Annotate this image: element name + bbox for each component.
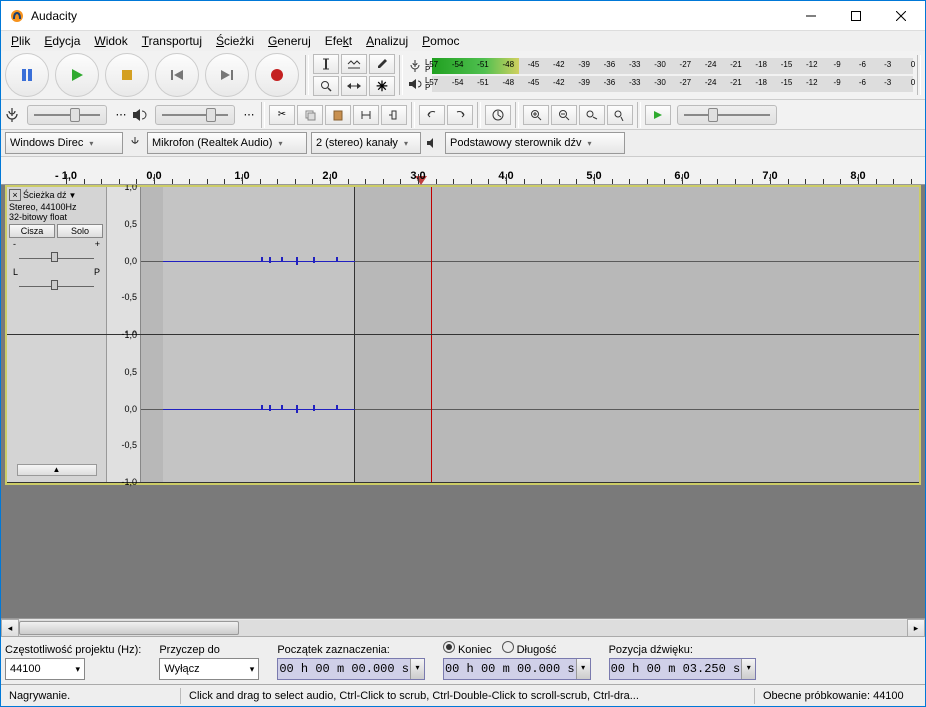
menu-help[interactable]: Pomoc	[416, 32, 465, 50]
minimize-button[interactable]	[788, 1, 833, 30]
selection-start-label: Początek zaznaczenia:	[277, 644, 425, 656]
app-icon	[9, 8, 25, 24]
track-format-label: Stereo, 44100Hz	[9, 202, 104, 212]
speaker-icon	[425, 135, 441, 151]
menu-generate[interactable]: Generuj	[262, 32, 317, 50]
status-bar: Nagrywanie. Click and drag to select aud…	[1, 684, 925, 706]
pan-slider[interactable]	[9, 279, 104, 293]
record-button[interactable]	[255, 53, 299, 97]
mic-icon	[407, 59, 423, 73]
vertical-scale: 1,00,50,0-0,5-1,0	[107, 187, 141, 334]
length-radio[interactable]: Długość	[502, 641, 557, 656]
playback-speed-slider[interactable]	[677, 105, 777, 125]
play-at-speed-button[interactable]	[645, 105, 671, 125]
title-bar: Audacity	[1, 1, 925, 31]
zoom-tool[interactable]	[313, 76, 339, 96]
track-menu-dropdown[interactable]: Ścieżka dź ▼	[23, 190, 76, 200]
status-hint: Click and drag to select audio, Ctrl-Cli…	[181, 688, 755, 704]
sync-lock-button[interactable]	[485, 105, 511, 125]
track-control-panel: × Ścieżka dź ▼ Stereo, 44100Hz 32-bitowy…	[7, 187, 107, 334]
status-rate: Obecne próbkowanie: 44100	[755, 688, 925, 704]
playback-cursor	[431, 187, 432, 334]
waveform-display[interactable]	[141, 335, 919, 482]
window-title: Audacity	[31, 9, 788, 23]
waveform-display[interactable]	[141, 187, 919, 334]
copy-button[interactable]	[297, 105, 323, 125]
menu-analyze[interactable]: Analizuj	[360, 32, 414, 50]
trim-button[interactable]	[353, 105, 379, 125]
speaker-icon	[407, 77, 423, 91]
vertical-scale: 1,00,50,0-0,5-1,0	[107, 335, 141, 482]
horizontal-scrollbar[interactable]: ◂ ▸	[1, 618, 925, 636]
redo-button[interactable]	[447, 105, 473, 125]
menu-bar: Plik Edycja Widok Transportuj Ścieżki Ge…	[1, 31, 925, 51]
mic-icon	[3, 106, 21, 124]
timeline-ruler[interactable]: - 1,00,01,02,03,04,05,06,07,08,09,0	[1, 157, 925, 185]
playback-cursor	[431, 335, 432, 482]
menu-effect[interactable]: Efekt	[319, 32, 358, 50]
toolbars: ✳ LP -57-54-51-48-45-42-39-36-33-30-27-2…	[1, 51, 925, 157]
skip-start-button[interactable]	[155, 53, 199, 97]
end-radio[interactable]: Koniec	[443, 641, 492, 656]
skip-end-button[interactable]	[205, 53, 249, 97]
snap-label: Przyczep do	[159, 644, 259, 656]
tracks-area: × Ścieżka dź ▼ Stereo, 44100Hz 32-bitowy…	[1, 185, 925, 636]
audio-position-label: Pozycja dźwięku:	[609, 644, 757, 656]
playback-device-dropdown[interactable]: Podstawowy sterownik dźv▾	[445, 132, 625, 154]
snap-dropdown[interactable]: Wyłącz▾	[159, 658, 259, 680]
mic-icon	[127, 135, 143, 151]
maximize-button[interactable]	[833, 1, 878, 30]
track-close-button[interactable]: ×	[9, 189, 21, 201]
zoom-out-button[interactable]	[551, 105, 577, 125]
status-state: Nagrywanie.	[1, 688, 181, 704]
mute-button[interactable]: Cisza	[9, 224, 55, 238]
play-button[interactable]	[55, 53, 99, 97]
menu-tracks[interactable]: Ścieżki	[210, 32, 260, 50]
track-bit-label: 32-bitowy float	[9, 212, 104, 222]
recording-meter[interactable]: -57-54-51-48-45-42-39-36-33-30-27-24-21-…	[432, 58, 913, 74]
undo-button[interactable]	[419, 105, 445, 125]
playback-volume-slider[interactable]	[155, 105, 235, 125]
project-rate-label: Częstotliwość projektu (Hz):	[5, 644, 141, 656]
audio-position-field[interactable]: 00 h 00 m 03.250 s▾	[609, 658, 757, 680]
fit-project-button[interactable]	[607, 105, 633, 125]
selection-toolbar: Częstotliwość projektu (Hz): 44100▾ Przy…	[1, 636, 925, 684]
stop-button[interactable]	[105, 53, 149, 97]
recording-volume-slider[interactable]	[27, 105, 107, 125]
audio-host-dropdown[interactable]: Windows Direc▾	[5, 132, 123, 154]
menu-edit[interactable]: Edycja	[38, 32, 86, 50]
audio-track-left: × Ścieżka dź ▼ Stereo, 44100Hz 32-bitowy…	[7, 187, 919, 335]
draw-tool[interactable]	[369, 54, 395, 74]
audio-track-right: ▲ 1,00,50,0-0,5-1,0	[7, 335, 919, 483]
silence-button[interactable]	[381, 105, 407, 125]
envelope-tool[interactable]	[341, 54, 367, 74]
menu-view[interactable]: Widok	[88, 32, 133, 50]
scroll-right-button[interactable]: ▸	[907, 619, 925, 637]
scroll-left-button[interactable]: ◂	[1, 619, 19, 637]
solo-button[interactable]: Solo	[57, 224, 103, 238]
track-collapse-button[interactable]: ▲	[17, 464, 97, 476]
selection-start-field[interactable]: 00 h 00 m 00.000 s▾	[277, 658, 425, 680]
fit-selection-button[interactable]	[579, 105, 605, 125]
multi-tool[interactable]: ✳	[369, 76, 395, 96]
scroll-thumb[interactable]	[19, 621, 239, 635]
cut-button[interactable]: ✂	[269, 105, 295, 125]
pause-button[interactable]	[5, 53, 49, 97]
recording-channels-dropdown[interactable]: 2 (stereo) kanały▾	[311, 132, 421, 154]
zoom-in-button[interactable]	[523, 105, 549, 125]
project-rate-dropdown[interactable]: 44100▾	[5, 658, 85, 680]
timeshift-tool[interactable]	[341, 76, 367, 96]
selection-tool[interactable]	[313, 54, 339, 74]
gain-slider[interactable]	[9, 251, 104, 265]
selection-end-field[interactable]: 00 h 00 m 00.000 s▾	[443, 658, 591, 680]
playback-meter[interactable]: -57-54-51-48-45-42-39-36-33-30-27-24-21-…	[432, 76, 913, 92]
menu-file[interactable]: Plik	[5, 32, 36, 50]
menu-transport[interactable]: Transportuj	[136, 32, 208, 50]
close-button[interactable]	[878, 1, 923, 30]
paste-button[interactable]	[325, 105, 351, 125]
recording-device-dropdown[interactable]: Mikrofon (Realtek Audio)▾	[147, 132, 307, 154]
speaker-icon	[131, 106, 149, 124]
